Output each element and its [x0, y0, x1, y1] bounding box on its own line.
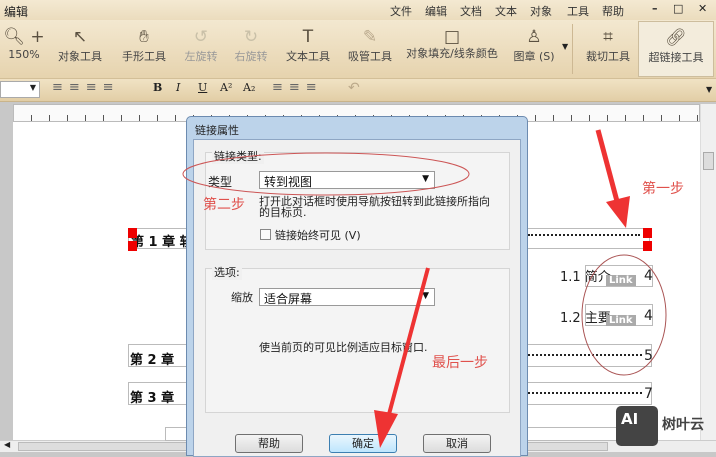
rotate-right-button[interactable]: ↻ 右旋转 — [228, 26, 274, 64]
watermark-logo: AI — [616, 406, 658, 446]
link-label: Link — [606, 275, 636, 286]
toc-label: 第 1 章 软 — [131, 235, 193, 250]
vertical-scrollbar[interactable] — [700, 104, 716, 440]
toc-leader — [528, 232, 640, 236]
toolbar-overflow-icon[interactable]: ▼ — [706, 85, 712, 94]
close-button[interactable]: ✕ — [698, 2, 707, 15]
link-icon: 🔗︎ — [665, 28, 687, 48]
cancel-button[interactable]: 取消 — [423, 434, 491, 453]
crop-tool-button[interactable]: ⌗ 裁切工具 — [580, 26, 636, 64]
dialog-body: 链接类型: 类型 转到视图 ▼ 打开此对话框时使用导航按钮转到此链接所指向的目标页… — [193, 139, 521, 457]
bold-button[interactable]: B — [153, 81, 162, 94]
dialog-title: 链接属性 — [195, 124, 239, 137]
group-label: 选项: — [212, 264, 242, 280]
type-select[interactable]: 转到视图 ▼ — [259, 171, 435, 189]
text-tool-button[interactable]: T 文本工具 — [280, 26, 336, 64]
hyperlink-tool-button[interactable]: 🔗︎ 超链接工具 — [638, 21, 714, 77]
eyedropper-tool-button[interactable]: ✎ 吸管工具 — [342, 26, 398, 64]
watermark-text: 树叶云 — [662, 417, 704, 433]
app-title: 编辑 — [4, 5, 29, 19]
menu-object[interactable]: 对象 — [530, 3, 552, 19]
selection-handle[interactable] — [643, 241, 652, 251]
help-button[interactable]: 帮助 — [235, 434, 303, 453]
format-bar: ▼ ≡≡≡≡ B I U A² A₂ ≡≡≡ ↶ ▼ — [0, 78, 716, 102]
align-buttons[interactable]: ≡≡≡≡ — [52, 80, 120, 95]
menu-help[interactable]: 帮助 — [602, 3, 624, 19]
zoom-tool[interactable]: 🔍︎ +150% — [2, 26, 46, 61]
link-properties-dialog: 链接属性 链接类型: 类型 转到视图 ▼ 打开此对话框时使用导航按钮转到此链接所指… — [186, 116, 528, 457]
menu-edit[interactable]: 编辑 — [425, 3, 447, 19]
menu-document[interactable]: 文档 — [460, 3, 482, 19]
stamp-icon: ♙ — [526, 27, 542, 47]
toc-page: 7 — [644, 386, 653, 402]
maximize-button[interactable]: □ — [673, 2, 683, 15]
selection-handle[interactable] — [128, 228, 137, 238]
toc-page: 4 — [644, 268, 653, 284]
undo-icon[interactable]: ↶ — [348, 80, 360, 96]
fill-color-button[interactable]: □ 对象填充/线条颜色 — [404, 26, 500, 59]
subscript-button[interactable]: A₂ — [243, 81, 255, 94]
group-label: 链接类型: — [212, 148, 264, 164]
object-tool-button[interactable]: ↖ 对象工具 — [52, 26, 108, 64]
font-select[interactable]: ▼ — [0, 81, 40, 98]
toc-label: 第 3 章 — [130, 391, 175, 406]
menu-tools[interactable]: 工具 — [567, 3, 589, 19]
hand-tool-button[interactable]: ✋︎ 手形工具 — [116, 26, 172, 64]
italic-button[interactable]: I — [176, 81, 180, 94]
always-visible-checkbox[interactable] — [260, 229, 271, 240]
chevron-down-icon: ▼ — [422, 291, 429, 301]
text-icon: T — [302, 27, 314, 47]
toc-label: 第 2 章 — [130, 353, 175, 368]
toc-page: 5 — [644, 348, 653, 364]
menu-file[interactable]: 文件 — [390, 3, 412, 19]
rotate-right-icon: ↻ — [243, 27, 259, 47]
superscript-button[interactable]: A² — [220, 81, 232, 94]
spacing-buttons[interactable]: ≡≡≡ — [272, 80, 323, 95]
zoom-select[interactable]: 适合屏幕 ▼ — [259, 288, 435, 306]
rotate-left-icon: ↺ — [193, 27, 209, 47]
zoom-description: 使当前页的可见比例适应目标窗口. — [259, 341, 428, 354]
chevron-down-icon: ▼ — [422, 174, 429, 184]
zoom-level: 150% — [8, 48, 40, 61]
always-visible-label[interactable]: 链接始终可见 (V) — [275, 227, 361, 243]
stamp-tool-button[interactable]: ♙ 图章 (S) — [506, 26, 562, 64]
crop-icon: ⌗ — [603, 27, 613, 47]
type-description: 打开此对话框时使用导航按钮转到此链接所指向的目标页. — [259, 195, 490, 219]
menu-text[interactable]: 文本 — [495, 3, 517, 19]
toc-page: 4 — [644, 308, 653, 324]
toc-leader — [528, 390, 642, 394]
selection-handle[interactable] — [643, 228, 652, 238]
rotate-left-button[interactable]: ↺ 左旋转 — [178, 26, 224, 64]
type-label: 类型 — [208, 175, 233, 189]
last-step-annotation: 最后一步 — [432, 355, 488, 371]
cursor-icon: ↖ — [72, 27, 88, 47]
link-label: Link — [606, 315, 636, 326]
step1-annotation: 第一步 — [642, 181, 684, 197]
stamp-dropdown-icon[interactable]: ▼ — [562, 42, 568, 51]
toolbar: 🔍︎ +150% ↖ 对象工具 ✋︎ 手形工具 ↺ 左旋转 ↻ 右旋转 T 文本工具 ✎ 吸… — [0, 20, 716, 78]
minimize-button[interactable]: – — [652, 2, 658, 15]
step2-annotation: 第二步 — [203, 197, 245, 213]
zoom-label: 缩放 — [231, 291, 253, 304]
title-bar: 编辑 文件 编辑 文档 文本 对象 工具 帮助 – □ ✕ — [0, 0, 716, 22]
eyedropper-icon: ✎ — [362, 27, 378, 47]
hand-icon: ✋︎ — [139, 27, 149, 47]
fill-swatch-icon: □ — [443, 27, 461, 47]
ok-button[interactable]: 确定 — [329, 434, 397, 453]
underline-button[interactable]: U — [198, 81, 207, 94]
selection-handle[interactable] — [128, 241, 137, 251]
zoom-icon: 🔍︎ + — [3, 27, 45, 47]
toc-leader — [528, 352, 642, 356]
